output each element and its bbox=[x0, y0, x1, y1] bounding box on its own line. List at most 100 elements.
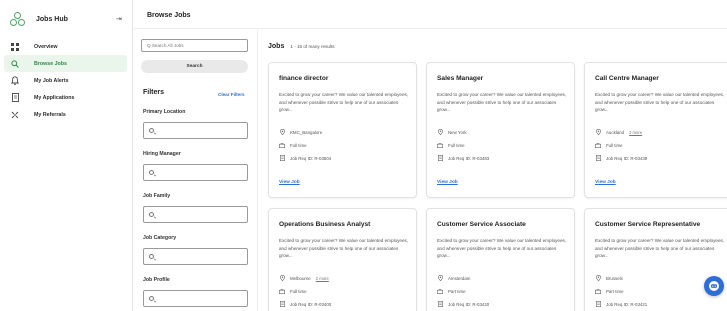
location-pin-icon bbox=[437, 129, 443, 135]
chat-assistant-icon bbox=[709, 281, 719, 291]
location-more-link[interactable]: 2 more bbox=[629, 130, 642, 135]
filter-label-job-profile: Job Profile bbox=[143, 277, 170, 283]
sidebar-item-label: Overview bbox=[34, 43, 58, 50]
job-title[interactable]: finance director bbox=[279, 75, 328, 82]
briefcase-icon bbox=[595, 288, 601, 294]
location-pin-icon bbox=[595, 129, 601, 135]
job-location-text: Auckland bbox=[606, 129, 625, 135]
sidebar-item-label: My Referrals bbox=[34, 111, 66, 118]
job-req-id-text: Job Req ID: R-03400 bbox=[290, 301, 332, 307]
job-title[interactable]: Call Centre Manager bbox=[595, 75, 659, 82]
job-card[interactable]: finance director Excited to grow your ca… bbox=[268, 62, 417, 198]
job-description: Excited to grow your career? We value ou… bbox=[595, 238, 725, 259]
job-title[interactable]: Operations Business Analyst bbox=[279, 221, 370, 228]
job-req-id-text: Job Req ID: R-03420 bbox=[448, 301, 490, 307]
search-icon bbox=[149, 128, 154, 133]
referral-icon bbox=[10, 110, 20, 120]
job-req-id-text: Job Req ID: R-03439 bbox=[606, 155, 648, 161]
location-pin-icon bbox=[279, 275, 285, 281]
sidebar-nav: Overview Browse Jobs My Job Alerts My Ap… bbox=[0, 38, 133, 123]
job-time-type: Part time bbox=[595, 288, 624, 294]
id-card-icon bbox=[279, 155, 285, 161]
briefcase-icon bbox=[437, 288, 443, 294]
job-location: New York bbox=[437, 129, 472, 135]
filter-label-job-category: Job Category bbox=[143, 235, 177, 241]
briefcase-icon bbox=[279, 142, 285, 148]
view-job-link[interactable]: View Job bbox=[279, 180, 300, 185]
id-card-icon bbox=[437, 301, 443, 307]
job-time-type-text: Full time bbox=[448, 142, 465, 148]
search-icon bbox=[149, 212, 154, 217]
job-location-text: KMC_Bangalore bbox=[290, 129, 323, 135]
job-card[interactable]: Operations Business Analyst Excited to g… bbox=[268, 208, 417, 311]
grid-icon bbox=[10, 42, 20, 52]
clear-filters-link[interactable]: Clear Filters bbox=[218, 92, 245, 97]
top-bar: Browse Jobs bbox=[134, 0, 727, 29]
job-card[interactable]: Customer Service Representative Excited … bbox=[584, 208, 727, 311]
job-time-type-text: Full time bbox=[290, 288, 307, 294]
job-title[interactable]: Sales Manager bbox=[437, 75, 483, 82]
job-req-id: Job Req ID: R-03420 bbox=[437, 301, 489, 307]
id-card-icon bbox=[595, 155, 601, 161]
filter-label-hiring-manager: Hiring Manager bbox=[143, 151, 181, 157]
job-time-type: Full time bbox=[279, 288, 307, 294]
job-card[interactable]: Sales Manager Excited to grow your caree… bbox=[426, 62, 575, 198]
jobs-hub-logo-icon bbox=[10, 11, 25, 27]
sidebar-item-browse-jobs[interactable]: Browse Jobs bbox=[4, 55, 127, 72]
sidebar-item-my-applications[interactable]: My Applications bbox=[0, 89, 133, 106]
filters-title: Filters bbox=[143, 89, 165, 96]
search-all-jobs-input[interactable]: Q Search All Jobs bbox=[141, 39, 248, 52]
job-time-type: Full time bbox=[437, 142, 465, 148]
location-pin-icon bbox=[595, 275, 601, 281]
sidebar-item-overview[interactable]: Overview bbox=[0, 38, 133, 55]
job-profile-filter-input[interactable] bbox=[143, 290, 248, 307]
view-job-link[interactable]: View Job bbox=[437, 180, 458, 185]
job-title[interactable]: Customer Service Associate bbox=[437, 221, 526, 228]
job-time-type-text: Full time bbox=[606, 142, 623, 148]
job-req-id: Job Req ID: R-03439 bbox=[595, 155, 647, 161]
job-card[interactable]: Customer Service Associate Excited to gr… bbox=[426, 208, 575, 311]
sidebar-item-label: Browse Jobs bbox=[34, 60, 67, 67]
job-location: Melbourne 2 more bbox=[279, 275, 329, 281]
location-more-link[interactable]: 2 more bbox=[316, 276, 329, 281]
search-icon bbox=[149, 254, 154, 259]
job-time-type: Full time bbox=[595, 142, 623, 148]
brand-name: Jobs Hub bbox=[36, 15, 68, 23]
chat-assistant-button[interactable] bbox=[704, 276, 724, 296]
sidebar-item-label: My Applications bbox=[34, 94, 75, 101]
job-time-type-text: Part time bbox=[448, 288, 466, 294]
job-location-text: Amsterdam bbox=[448, 275, 471, 281]
job-category-filter-input[interactable] bbox=[143, 248, 248, 265]
job-family-filter-input[interactable] bbox=[143, 206, 248, 223]
job-location: Brussels bbox=[595, 275, 628, 281]
jobs-header: Jobs 1 - 15 of many results bbox=[268, 43, 335, 50]
job-description: Excited to grow your career? We value ou… bbox=[437, 92, 567, 113]
job-card[interactable]: Call Centre Manager Excited to grow your… bbox=[584, 62, 727, 198]
view-job-link[interactable]: View Job bbox=[595, 180, 616, 185]
job-location-text: Brussels bbox=[606, 275, 623, 281]
search-icon bbox=[149, 296, 154, 301]
job-location: Amsterdam bbox=[437, 275, 475, 281]
job-location-text: Melbourne bbox=[290, 275, 311, 281]
job-req-id-text: Job Req ID: R-03421 bbox=[606, 301, 648, 307]
sidebar-item-my-referrals[interactable]: My Referrals bbox=[0, 106, 133, 123]
search-icon bbox=[149, 170, 154, 175]
job-description: Excited to grow your career? We value ou… bbox=[279, 238, 409, 259]
sidebar-item-my-job-alerts[interactable]: My Job Alerts bbox=[0, 72, 133, 89]
job-req-id-text: Job Req ID: R-03504 bbox=[290, 155, 332, 161]
bell-icon bbox=[10, 76, 20, 86]
job-location: Auckland 2 more bbox=[595, 129, 642, 135]
location-pin-icon bbox=[437, 275, 443, 281]
job-title[interactable]: Customer Service Representative bbox=[595, 221, 700, 228]
jobs-title: Jobs bbox=[268, 43, 285, 50]
location-pin-icon bbox=[279, 129, 285, 135]
hiring-manager-filter-input[interactable] bbox=[143, 164, 248, 181]
job-time-type-text: Part time bbox=[606, 288, 624, 294]
job-req-id: Job Req ID: R-03504 bbox=[279, 155, 331, 161]
job-description: Excited to grow your career? We value ou… bbox=[279, 92, 409, 113]
filter-label-primary-location: Primary Location bbox=[143, 109, 186, 115]
search-button[interactable]: Search bbox=[141, 60, 248, 73]
collapse-sidebar-icon[interactable]: ⇥ bbox=[116, 16, 122, 23]
brand[interactable]: Jobs Hub bbox=[10, 11, 68, 27]
primary-location-filter-input[interactable] bbox=[143, 122, 248, 139]
